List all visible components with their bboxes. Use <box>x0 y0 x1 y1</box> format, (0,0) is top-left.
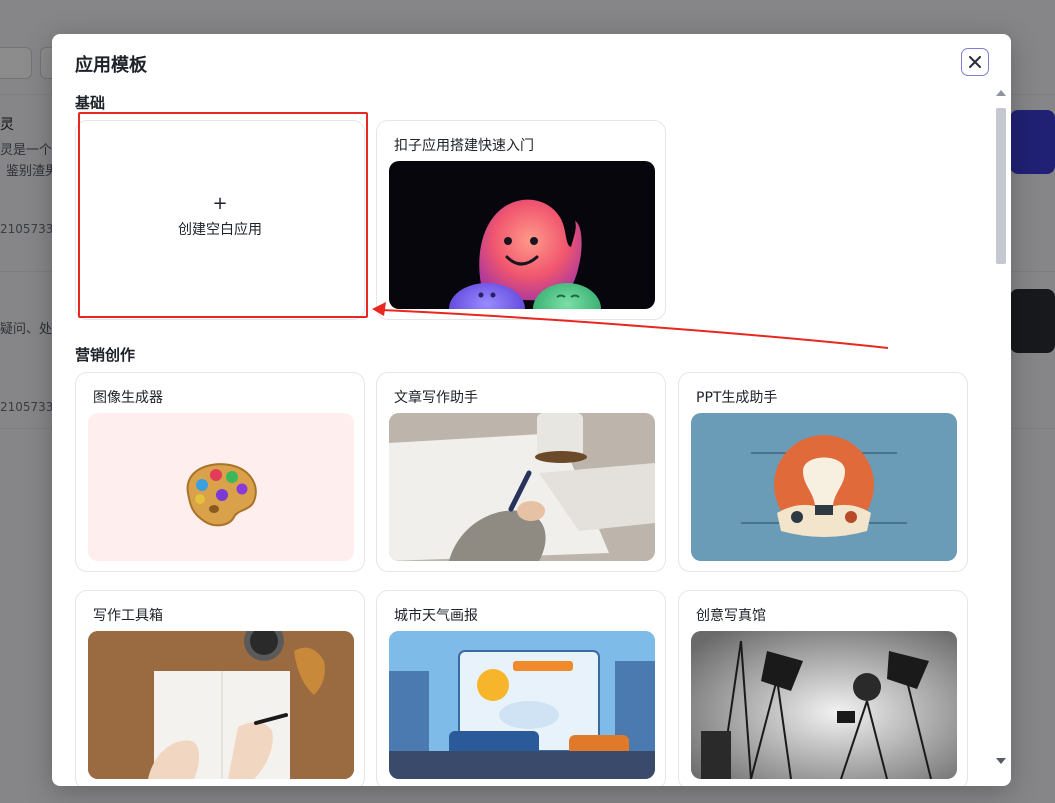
card-title: 写作工具箱 <box>93 608 163 624</box>
modal-title: 应用模板 <box>75 55 147 76</box>
notebook-desk-image <box>88 631 354 779</box>
close-icon <box>969 56 981 68</box>
photo-studio-image <box>691 631 957 779</box>
close-button[interactable] <box>961 48 989 76</box>
weather-poster-image <box>389 631 655 779</box>
app-template-modal: 应用模板 基础 + 创建空白应用 扣子应用搭建快速入门 营销创作 图像生成器 文… <box>52 34 1011 786</box>
template-card-writing-toolbox[interactable]: 写作工具箱 <box>75 590 365 786</box>
scrollbar[interactable] <box>994 90 1008 768</box>
template-card-quickstart[interactable]: 扣子应用搭建快速入门 <box>376 120 666 320</box>
card-title: 文章写作助手 <box>394 390 478 406</box>
template-scroll-area[interactable]: 基础 + 创建空白应用 扣子应用搭建快速入门 营销创作 图像生成器 文章写作助手… <box>52 86 996 786</box>
section-title-basic: 基础 <box>75 94 106 112</box>
template-card-city-weather[interactable]: 城市天气画报 <box>376 590 666 786</box>
palette-image <box>88 413 354 561</box>
card-title: 图像生成器 <box>93 390 163 406</box>
quickstart-mascot-image <box>389 161 655 309</box>
scroll-down-icon[interactable] <box>996 758 1006 764</box>
section-title-marketing: 营销创作 <box>75 346 136 364</box>
template-card-ppt-generator[interactable]: PPT生成助手 <box>678 372 968 572</box>
card-title: 城市天气画报 <box>394 608 478 624</box>
create-blank-app-label: 创建空白应用 <box>178 222 262 238</box>
card-title: PPT生成助手 <box>696 390 778 406</box>
create-blank-app-card[interactable]: + 创建空白应用 <box>75 120 365 320</box>
template-card-image-generator[interactable]: 图像生成器 <box>75 372 365 572</box>
card-title: 扣子应用搭建快速入门 <box>394 138 534 154</box>
scroll-up-icon[interactable] <box>996 90 1006 96</box>
lightbulb-illustration-image <box>691 413 957 561</box>
writing-hand-image <box>389 413 655 561</box>
scrollbar-thumb[interactable] <box>996 108 1006 264</box>
template-card-article-writing[interactable]: 文章写作助手 <box>376 372 666 572</box>
card-title: 创意写真馆 <box>696 608 766 624</box>
template-card-photo-studio[interactable]: 创意写真馆 <box>678 590 968 786</box>
plus-icon: + <box>212 193 228 214</box>
